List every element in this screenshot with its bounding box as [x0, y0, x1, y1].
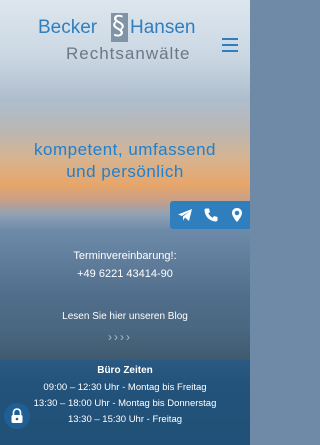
menu-bar — [222, 38, 238, 40]
blog-arrows[interactable]: ›››› — [108, 330, 168, 344]
send-icon — [178, 209, 192, 221]
quick-action-bar — [170, 201, 250, 229]
logo-paragraph-symbol: § — [112, 11, 125, 41]
office-hours-row: 13:30 – 18:00 Uhr - Montag bis Donnersta… — [33, 398, 217, 409]
logo[interactable]: Becker § Hansen Rechtsanwälte — [38, 11, 213, 63]
blog-link[interactable]: Lesen Sie hier unseren Blog — [0, 311, 250, 322]
logo-wordmark: Becker § Hansen — [38, 11, 213, 42]
office-hours-row: 13:30 – 15:30 Uhr - Freitag — [67, 414, 183, 425]
phone-button[interactable] — [198, 201, 224, 229]
location-pin-icon — [232, 208, 242, 222]
phone-number-link[interactable]: +49 6221 43414-90 — [0, 268, 250, 280]
office-hours-panel: Büro Zeiten 09:00 – 12:30 Uhr - Montag b… — [0, 360, 250, 445]
site-header: Becker § Hansen Rechtsanwälte — [0, 0, 250, 65]
send-button[interactable] — [172, 201, 198, 229]
tagline-line-2: und persönlich — [66, 162, 184, 181]
phone-icon — [204, 208, 218, 222]
menu-bar — [222, 50, 238, 52]
logo-subtitle: Rechtsanwälte — [66, 44, 191, 63]
menu-bar — [222, 44, 238, 46]
logo-word-hansen: Hansen — [130, 17, 196, 38]
logo-word-becker: Becker — [38, 17, 98, 38]
lock-icon — [11, 408, 23, 423]
office-hours-title: Büro Zeiten — [97, 365, 153, 376]
office-hours-row: 09:00 – 12:30 Uhr - Montag bis Freitag — [43, 382, 207, 393]
location-button[interactable] — [224, 201, 250, 229]
privacy-settings-button[interactable] — [4, 403, 30, 429]
logo-paragraph-mark: § — [111, 11, 128, 42]
hero-tagline: kompetent, umfassend und persönlich — [0, 139, 250, 183]
appointment-label: Terminvereinbarung!: — [73, 250, 177, 262]
hamburger-menu-icon[interactable] — [222, 38, 238, 52]
tagline-line-1: kompetent, umfassend — [34, 140, 216, 159]
